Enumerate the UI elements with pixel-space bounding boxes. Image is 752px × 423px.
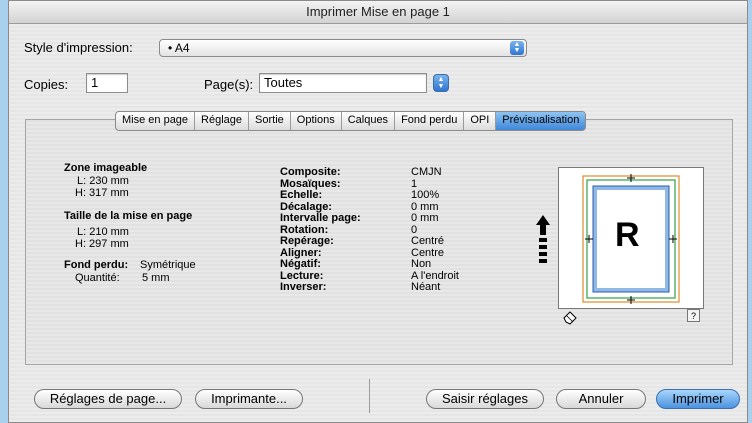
pages-field[interactable]: Toutes <box>259 73 427 93</box>
cancel-button[interactable]: Annuler <box>556 389 646 409</box>
print-dialog: Imprimer Mise en page 1 Style d'impressi… <box>8 0 748 423</box>
taille-title: Taille de la mise en page <box>64 210 193 222</box>
capture-settings-button[interactable]: Saisir réglages <box>426 389 544 409</box>
setting-label: Repérage: <box>280 235 334 247</box>
copies-field[interactable]: 1 <box>86 73 128 93</box>
setting-label: Intervalle page: <box>280 212 361 224</box>
settings-labels: Composite: Mosaïques: Echelle: Décalage:… <box>280 166 361 294</box>
popup-arrows-icon: ▲ ▼ <box>510 41 524 55</box>
tab-reglage[interactable]: Réglage <box>195 112 250 130</box>
fond-perdu-label: Fond perdu: <box>64 259 129 271</box>
tab-fond-perdu[interactable]: Fond perdu <box>395 112 465 130</box>
feed-direction-arrow-icon <box>536 215 550 263</box>
settings-values: CMJN 1 100% 0 mm 0 mm 0 Centré Centre No… <box>411 166 459 294</box>
setting-value: Néant <box>411 281 441 293</box>
page-preview: R <box>558 167 704 309</box>
zone-width: L: 230 mm <box>77 175 129 187</box>
print-style-value: • A4 <box>168 41 190 55</box>
setting-value: CMJN <box>411 166 442 178</box>
tab-sortie[interactable]: Sortie <box>249 112 291 130</box>
page-setup-button[interactable]: Réglages de page... <box>34 389 182 409</box>
window-title: Imprimer Mise en page 1 <box>9 1 747 24</box>
taille-height: H: 297 mm <box>75 238 129 250</box>
setting-value: 0 mm <box>411 212 439 224</box>
setting-value: Non <box>411 258 432 270</box>
taille-width: L: 210 mm <box>77 226 129 238</box>
tab-opi[interactable]: OPI <box>464 112 497 130</box>
help-icon[interactable]: ? <box>687 309 700 322</box>
setting-label: Négatif: <box>280 258 321 270</box>
hand-cursor-icon <box>563 311 577 325</box>
button-separator <box>369 379 370 413</box>
zone-height: H: 317 mm <box>75 187 129 199</box>
tab-bar: Mise en page Réglage Sortie Options Calq… <box>115 111 587 131</box>
tab-options[interactable]: Options <box>291 112 342 130</box>
copies-label: Copies: <box>24 77 69 92</box>
tab-calques[interactable]: Calques <box>342 112 396 130</box>
pages-label: Page(s): <box>204 77 254 92</box>
pages-popup-button[interactable]: ▲ ▼ <box>433 74 449 92</box>
printer-button[interactable]: Imprimante... <box>195 389 303 409</box>
setting-label: Echelle: <box>280 189 323 201</box>
print-style-label: Style d'impression: <box>24 40 133 55</box>
print-style-popup[interactable]: • A4 ▲ ▼ <box>159 39 527 57</box>
preview-letter: R <box>615 216 640 254</box>
print-button[interactable]: Imprimer <box>656 389 740 409</box>
setting-value: Centré <box>411 235 445 247</box>
tab-previsualisation[interactable]: Prévisualisation <box>496 112 586 130</box>
fond-perdu-value: Symétrique <box>140 259 196 271</box>
setting-value: 100% <box>411 189 440 201</box>
setting-label: Inverser: <box>280 281 327 293</box>
zone-imageable-title: Zone imageable <box>64 162 148 174</box>
tab-mise-en-page[interactable]: Mise en page <box>116 112 196 130</box>
quantite-value: 5 mm <box>142 272 170 284</box>
quantite-label: Quantité: <box>75 272 120 284</box>
setting-label: Composite: <box>280 166 341 178</box>
